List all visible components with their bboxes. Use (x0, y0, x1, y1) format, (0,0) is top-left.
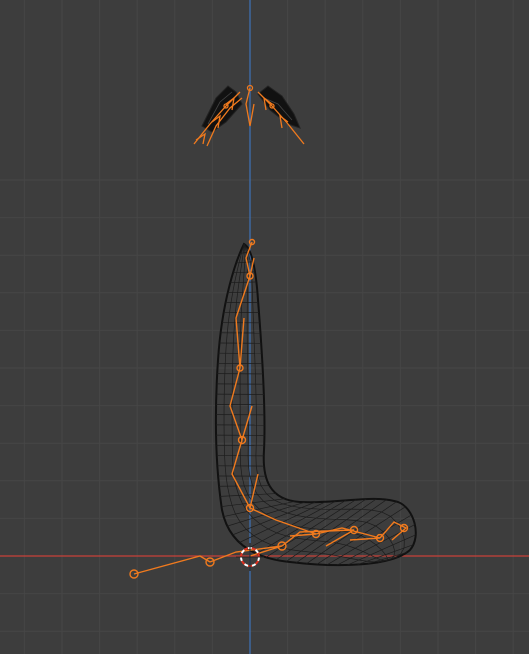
3d-cursor-icon[interactable] (236, 543, 264, 571)
3d-viewport[interactable] (0, 0, 529, 654)
wire-loop (243, 243, 396, 561)
left-ear-mesh[interactable] (201, 85, 243, 133)
viewport-canvas[interactable] (0, 0, 529, 654)
tail-mesh[interactable] (214, 242, 417, 567)
wire-loop (231, 243, 389, 561)
tail-bones[interactable] (129, 238, 409, 579)
right-ear-mesh[interactable] (257, 85, 301, 129)
wire-loop (223, 243, 389, 563)
